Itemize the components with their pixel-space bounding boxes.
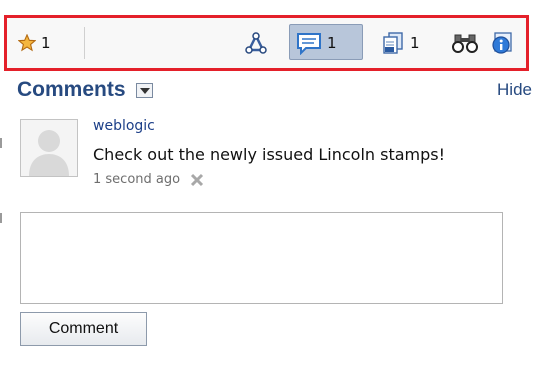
- links-button[interactable]: [244, 18, 268, 68]
- comments-menu-dropdown[interactable]: [135, 82, 153, 98]
- binoculars-icon: [452, 34, 478, 53]
- comment-meta: 1 second ago: [93, 172, 204, 187]
- comment-author-link[interactable]: weblogic: [93, 118, 155, 134]
- star-icon: [18, 34, 36, 52]
- versions-count: 1: [410, 34, 420, 52]
- info-icon: [492, 32, 512, 54]
- comment-text: Check out the newly issued Lincoln stamp…: [93, 145, 446, 164]
- hide-link[interactable]: Hide: [497, 80, 532, 100]
- comments-title: Comments: [17, 78, 126, 101]
- watch-button[interactable]: [452, 18, 478, 68]
- comment-submit-button[interactable]: Comment: [20, 312, 147, 346]
- comment-input[interactable]: [20, 212, 503, 304]
- versions-button[interactable]: 1: [381, 18, 420, 68]
- comments-header: Comments: [17, 78, 153, 102]
- edge-mark: [0, 138, 2, 148]
- avatar: [20, 119, 78, 177]
- comments-count: 1: [327, 34, 337, 52]
- item-toolbar: 1 1 1: [4, 15, 529, 71]
- toolbar-divider: [84, 27, 85, 59]
- network-links-icon: [245, 32, 267, 54]
- rating-button[interactable]: 1: [18, 18, 51, 68]
- comment-timestamp: 1 second ago: [93, 172, 181, 187]
- user-silhouette-icon: [21, 120, 77, 176]
- comment-bubble-icon: [297, 33, 321, 55]
- edge-mark: [0, 213, 2, 223]
- document-versions-icon: [383, 32, 403, 54]
- delete-icon[interactable]: [190, 173, 204, 187]
- info-button[interactable]: [490, 18, 514, 68]
- comments-button[interactable]: 1: [296, 18, 337, 68]
- rating-count: 1: [41, 34, 51, 52]
